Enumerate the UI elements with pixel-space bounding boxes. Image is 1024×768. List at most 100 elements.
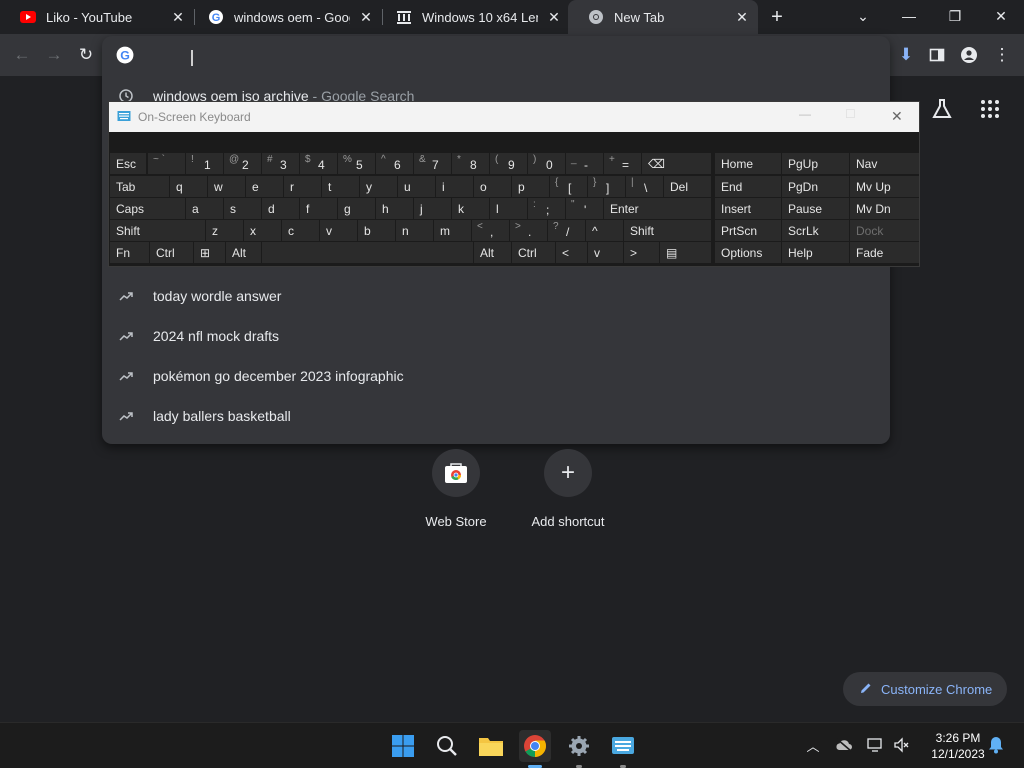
volume-button[interactable] bbox=[892, 735, 912, 755]
key-alt[interactable]: Alt bbox=[226, 242, 261, 263]
restore-button[interactable]: ❐ bbox=[932, 0, 978, 32]
key-v[interactable]: v bbox=[320, 220, 357, 241]
key-9[interactable]: (9 bbox=[490, 153, 527, 174]
trending-suggestion[interactable]: lady ballers basketball bbox=[102, 396, 890, 436]
key-prtscn[interactable]: PrtScn bbox=[715, 220, 781, 241]
key-esc[interactable]: Esc bbox=[110, 153, 146, 174]
maximize-button[interactable]: ☐ bbox=[845, 107, 865, 121]
key-j[interactable]: j bbox=[414, 198, 451, 219]
minimize-button[interactable]: — bbox=[886, 0, 932, 32]
key-d[interactable]: d bbox=[262, 198, 299, 219]
key-k10[interactable]: :; bbox=[528, 198, 565, 219]
key-n[interactable]: n bbox=[396, 220, 433, 241]
tab-new-tab[interactable]: New Tab ✕ bbox=[568, 0, 758, 34]
key-k14[interactable]: ⌫ bbox=[642, 153, 711, 174]
tab-google-search[interactable]: G windows oem - Google Search ✕ bbox=[188, 0, 382, 34]
key-l[interactable]: l bbox=[490, 198, 527, 219]
key-r[interactable]: r bbox=[284, 176, 321, 197]
key-k10[interactable]: ? / bbox=[548, 220, 585, 241]
key-i[interactable]: i bbox=[436, 176, 473, 197]
key-v[interactable]: v bbox=[588, 242, 623, 263]
key-end[interactable]: End bbox=[715, 176, 781, 197]
key-mv-up[interactable]: Mv Up bbox=[850, 176, 919, 197]
notifications-button[interactable] bbox=[986, 735, 1006, 755]
close-icon[interactable]: ✕ bbox=[546, 9, 562, 25]
address-input[interactable] bbox=[148, 44, 868, 66]
key-insert[interactable]: Insert bbox=[715, 198, 781, 219]
settings-taskbar-button[interactable] bbox=[563, 730, 595, 762]
key-k[interactable]: k bbox=[452, 198, 489, 219]
key-ctrl[interactable]: Ctrl bbox=[512, 242, 555, 263]
key-mv-dn[interactable]: Mv Dn bbox=[850, 198, 919, 219]
key-0[interactable]: ) 0 bbox=[528, 153, 565, 174]
clock[interactable]: 3:26 PM 12/1/2023 bbox=[922, 730, 994, 762]
key-help[interactable]: Help bbox=[782, 242, 849, 263]
reload-button[interactable]: ↻ bbox=[73, 42, 99, 68]
key-e[interactable]: e bbox=[246, 176, 283, 197]
key-3[interactable]: #3 bbox=[262, 153, 299, 174]
apps-button[interactable] bbox=[978, 97, 1002, 121]
osk-taskbar-button[interactable] bbox=[607, 730, 639, 762]
key-nav[interactable]: Nav bbox=[850, 153, 919, 174]
close-icon[interactable]: ✕ bbox=[358, 9, 374, 25]
key-shift[interactable]: Shift bbox=[624, 220, 711, 241]
search-button[interactable] bbox=[431, 730, 463, 762]
key-home[interactable]: Home bbox=[715, 153, 781, 174]
close-button[interactable]: ✕ bbox=[891, 108, 911, 125]
close-icon[interactable]: ✕ bbox=[734, 9, 750, 25]
key-ctrl[interactable]: Ctrl bbox=[150, 242, 193, 263]
key-s[interactable]: s bbox=[224, 198, 261, 219]
key-a[interactable]: a bbox=[186, 198, 223, 219]
close-icon[interactable]: ✕ bbox=[170, 9, 186, 25]
key-p[interactable]: p bbox=[512, 176, 549, 197]
minimize-button[interactable]: — bbox=[799, 107, 819, 121]
key-c[interactable]: c bbox=[282, 220, 319, 241]
trending-suggestion[interactable]: pokémon go december 2023 infographic bbox=[102, 356, 890, 396]
osk-titlebar[interactable]: On-Screen Keyboard — ☐ ✕ bbox=[109, 102, 919, 132]
tab-youtube[interactable]: Liko - YouTube ✕ bbox=[0, 0, 194, 34]
tab-search-button[interactable]: ⌄ bbox=[840, 0, 886, 32]
key-k13[interactable]: | \ bbox=[626, 176, 663, 197]
tab-archive[interactable]: Windows 10 x64 Lenovo ✕ bbox=[376, 0, 570, 34]
trending-suggestion[interactable]: today wordle answer bbox=[102, 276, 890, 316]
add-shortcut-button[interactable]: + bbox=[544, 449, 592, 497]
key-pgup[interactable]: PgUp bbox=[782, 153, 849, 174]
key-k9[interactable]: >. bbox=[510, 220, 547, 241]
back-button[interactable]: ← bbox=[9, 42, 35, 68]
key-del[interactable]: Del bbox=[664, 176, 711, 197]
customize-chrome-button[interactable]: Customize Chrome bbox=[843, 672, 1007, 706]
key-options[interactable]: Options bbox=[715, 242, 781, 263]
key-shift[interactable]: Shift bbox=[110, 220, 205, 241]
key-f[interactable]: f bbox=[300, 198, 337, 219]
downloads-button[interactable]: ⬇ bbox=[893, 42, 919, 68]
key-k7[interactable]: < bbox=[556, 242, 587, 263]
key-fn[interactable]: Fn bbox=[110, 242, 149, 263]
start-button[interactable] bbox=[387, 730, 419, 762]
side-panel-button[interactable] bbox=[924, 42, 950, 68]
key-1[interactable]: ! 1 bbox=[186, 153, 223, 174]
key-k12[interactable]: _ - bbox=[566, 153, 603, 174]
key-u[interactable]: u bbox=[398, 176, 435, 197]
key-5[interactable]: % 5 bbox=[338, 153, 375, 174]
new-tab-button[interactable]: + bbox=[766, 6, 788, 28]
key-scrlk[interactable]: ScrLk bbox=[782, 220, 849, 241]
key-t[interactable]: t bbox=[322, 176, 359, 197]
key-8[interactable]: * 8 bbox=[452, 153, 489, 174]
show-hidden-icons-button[interactable]: ︿ bbox=[803, 735, 823, 755]
onedrive-button[interactable] bbox=[834, 735, 854, 755]
forward-button[interactable]: → bbox=[41, 42, 67, 68]
key-4[interactable]: $4 bbox=[300, 153, 337, 174]
chrome-taskbar-button[interactable] bbox=[519, 730, 551, 762]
key-y[interactable]: y bbox=[360, 176, 397, 197]
key-k10[interactable]: ▤ bbox=[660, 242, 711, 263]
key-k11[interactable]: {[ bbox=[550, 176, 587, 197]
network-button[interactable] bbox=[866, 735, 886, 755]
key-x[interactable]: x bbox=[244, 220, 281, 241]
profile-button[interactable] bbox=[956, 42, 982, 68]
key-k2[interactable]: ⊞ bbox=[194, 242, 225, 263]
key-w[interactable]: w bbox=[208, 176, 245, 197]
key-enter[interactable]: Enter bbox=[604, 198, 711, 219]
key-6[interactable]: ^ 6 bbox=[376, 153, 413, 174]
key-q[interactable]: q bbox=[170, 176, 207, 197]
key-fade[interactable]: Fade bbox=[850, 242, 919, 263]
